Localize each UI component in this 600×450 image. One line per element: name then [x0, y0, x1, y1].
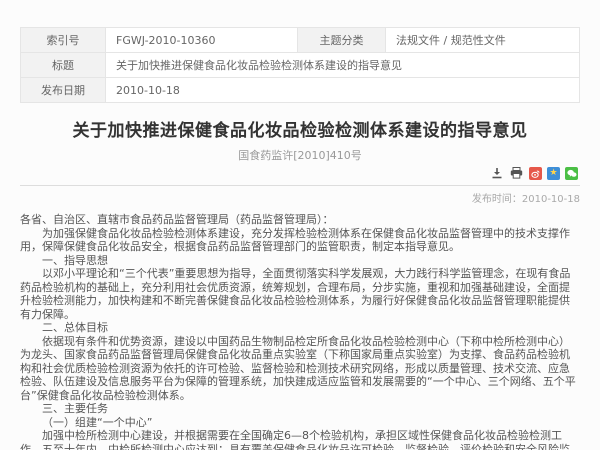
table-row: 标题 关于加快推进保健食品化妆品检验检测体系建设的指导意见 [21, 53, 580, 78]
article-body: 各省、自治区、直辖市食品药品监督管理局（药品监督管理局）： 为加强保健食品化妆品… [20, 213, 580, 450]
section-heading-2: 二、总体目标 [20, 321, 580, 335]
print-icon[interactable] [509, 166, 524, 180]
index-number-label: 索引号 [21, 28, 106, 53]
article-salutation: 各省、自治区、直辖市食品药品监督管理局（药品监督管理局）： [20, 213, 580, 227]
publish-date-value: 2010-10-18 [106, 78, 580, 103]
article-paragraph: 以邓小平理论和“三个代表”重要思想为指导，全面贯彻落实科学发展观，大力践行科学监… [20, 267, 580, 321]
table-row: 索引号 FGWJ-2010-10360 主题分类 法规文件 / 规范性文件 [21, 28, 580, 53]
title-value: 关于加快推进保健食品化妆品检验检测体系建设的指导意见 [106, 53, 580, 78]
title-label: 标题 [21, 53, 106, 78]
page-title: 关于加快推进保健食品化妆品检验检测体系建设的指导意见 [20, 116, 580, 141]
document-info-table: 索引号 FGWJ-2010-10360 主题分类 法规文件 / 规范性文件 标题… [20, 27, 580, 103]
section-subheading: （一）组建“一个中心” [20, 416, 580, 430]
publish-time-value: 2010-10-18 [522, 194, 580, 205]
subject-category-label: 主题分类 [298, 28, 386, 53]
document-number: 国食药监许[2010]410号 [20, 147, 580, 163]
qzone-share-icon[interactable]: ★ [547, 167, 560, 180]
wechat-share-icon[interactable] [565, 167, 578, 180]
star-glyph: ★ [549, 169, 557, 178]
article-paragraph: 加强中检所检测中心建设，并根据需要在全国确定6—8个检验机构，承担区域性保健食品… [20, 429, 580, 450]
publish-time-label: 发布时间： [472, 194, 522, 205]
publish-date-label: 发布日期 [21, 78, 106, 103]
section-heading-3: 三、主要任务 [20, 402, 580, 416]
section-heading-1: 一、指导思想 [20, 254, 580, 268]
article-paragraph: 为加强保健食品化妆品检验检测体系建设，充分发挥检验检测体系在保健食品化妆品监督管… [20, 227, 580, 254]
subject-category-value: 法规文件 / 规范性文件 [386, 28, 580, 53]
document-page: 索引号 FGWJ-2010-10360 主题分类 法规文件 / 规范性文件 标题… [0, 0, 600, 450]
table-row: 发布日期 2010-10-18 [21, 78, 580, 103]
index-number-value: FGWJ-2010-10360 [106, 28, 298, 53]
download-icon[interactable] [489, 166, 504, 180]
weibo-share-icon[interactable] [529, 167, 542, 180]
article-paragraph: 依据现有条件和优势资源，建设以中国药品生物制品检定所食品化妆品检验检测中心（下称… [20, 335, 580, 403]
publish-time: 发布时间：2010-10-18 [20, 190, 580, 205]
share-toolbar: ★ [20, 163, 580, 186]
